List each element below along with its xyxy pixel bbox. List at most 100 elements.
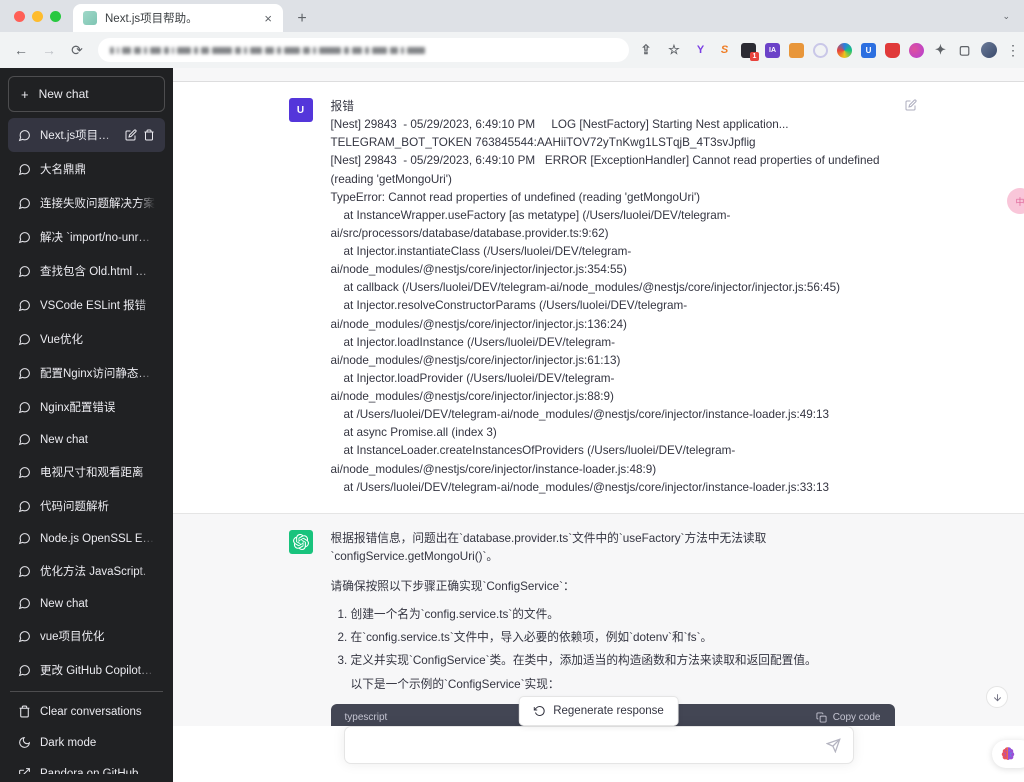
sidebar-dark-mode[interactable]: Dark mode	[8, 727, 165, 758]
list-item: 创建一个名为`config.service.ts`的文件。	[351, 606, 895, 624]
send-icon[interactable]	[825, 737, 841, 753]
avatar: U	[288, 98, 313, 122]
puzzle-icon[interactable]: ✦	[933, 42, 948, 58]
sidebar-item-14[interactable]: New chat	[8, 588, 165, 619]
sidebar-item-11[interactable]: 代码问题解析	[8, 489, 165, 523]
sidebar-item-label: 配置Nginx访问静态资源	[40, 368, 155, 380]
brain-widget-button[interactable]	[992, 740, 1024, 768]
user-message-log: [Nest] 29843 - 05/29/2023, 6:49:10 PM LO…	[330, 118, 880, 494]
refresh-icon	[533, 706, 545, 716]
edit-icon[interactable]	[905, 98, 917, 116]
message-input[interactable]	[356, 738, 826, 752]
openai-logo-icon	[292, 533, 309, 550]
new-tab-button[interactable]: +	[289, 6, 315, 32]
sidebar-pandora-github[interactable]: Pandora on GitHub	[8, 758, 165, 774]
regenerate-response-button[interactable]: Regenerate response	[518, 696, 679, 726]
sidebar-item-label: New chat	[40, 433, 88, 446]
scroll-to-bottom-button[interactable]	[986, 686, 1008, 708]
window-traffic-lights	[10, 0, 73, 32]
share-icon[interactable]: ⇪	[637, 42, 655, 58]
sidebar-item-4[interactable]: 查找包含 Old.html 的 HTML	[8, 254, 165, 288]
reload-button[interactable]: ⟳	[64, 37, 90, 63]
sidebar-item-8[interactable]: Nginx配置错误	[8, 390, 165, 424]
assistant-paragraph-1: 根据报错信息，问题出在`database.provider.ts`文件中的`us…	[330, 531, 767, 563]
sidebar-item-6[interactable]: Vue优化	[8, 322, 165, 356]
browser-tab-active[interactable]: Next.js项目帮助。 ×	[73, 4, 283, 32]
u-extension-icon[interactable]: U	[861, 42, 876, 58]
profile-avatar[interactable]	[981, 42, 997, 58]
sidebar-item-nextjs-help[interactable]: Next.js项目帮助。	[8, 118, 165, 152]
new-chat-button[interactable]: + New chat	[8, 76, 165, 112]
regenerate-response-label: Regenerate response	[553, 705, 664, 717]
composer-area: Regenerate response	[173, 696, 1024, 782]
maximize-window-button[interactable]	[50, 10, 61, 22]
sidebar-item-label: Pandora on GitHub	[40, 767, 139, 775]
sidebar-toggle-icon[interactable]: ▢	[957, 43, 972, 58]
address-bar-url-blurred	[110, 46, 425, 54]
edit-icon[interactable]	[125, 129, 137, 141]
colorful-extension-icon[interactable]	[837, 42, 852, 58]
avatar	[288, 529, 313, 554]
shield-extension-icon[interactable]	[885, 42, 900, 58]
conversation-actions	[125, 129, 155, 141]
assistant-message: 根据报错信息，问题出在`database.provider.ts`文件中的`us…	[173, 513, 1024, 726]
sidebar-item-label: Nginx配置错误	[40, 402, 116, 414]
sidebar-item-label: 优化方法 JavaScript.	[40, 566, 147, 578]
message-thread[interactable]: U 报错 [Nest] 29843 - 05/29/2023, 6:49:10 …	[173, 68, 1024, 726]
tiger-extension-icon[interactable]	[789, 42, 804, 58]
chat-bubble-icon	[18, 299, 30, 311]
chat-bubble-icon	[18, 129, 30, 141]
chevron-down-icon[interactable]: ⌄	[1002, 11, 1010, 22]
chat-bubble-icon	[18, 163, 30, 175]
address-bar[interactable]	[98, 38, 629, 62]
close-icon[interactable]: ×	[261, 12, 275, 25]
chat-bubble-icon	[18, 664, 30, 676]
sidebar-item-15[interactable]: vue项目优化	[8, 619, 165, 653]
minimize-window-button[interactable]	[32, 10, 43, 22]
ia-extension-icon[interactable]: IA	[765, 42, 780, 58]
chat-bubble-icon	[18, 565, 30, 577]
circle-extension-icon[interactable]	[813, 42, 828, 58]
chat-bubble-icon	[18, 197, 30, 209]
tab-favicon-icon	[83, 11, 97, 25]
sidebar-item-2[interactable]: 连接失败问题解决方案	[8, 186, 165, 220]
chat-bubble-icon	[18, 367, 30, 379]
sidebar-clear-conversations[interactable]: Clear conversations	[8, 696, 165, 727]
assistant-example-intro: 以下是一个示例的`ConfigService`实现：	[350, 677, 560, 691]
external-link-icon	[19, 768, 30, 774]
dark-extension-icon[interactable]: 1	[741, 42, 759, 61]
chatgpt-app: + New chat Next.js项目帮助。 大名鼎鼎	[0, 68, 1024, 782]
assistant-steps-list: 创建一个名为`config.service.ts`的文件。 在`config.s…	[331, 606, 895, 670]
copy-code-button[interactable]: Copy code	[816, 710, 881, 726]
back-button[interactable]: ←	[8, 37, 34, 63]
sidebar: + New chat Next.js项目帮助。 大名鼎鼎	[0, 68, 173, 782]
moon-icon	[19, 736, 31, 748]
previous-message-partial	[173, 68, 1024, 82]
y-extension-icon[interactable]: Y	[693, 43, 708, 58]
assistant-paragraph-2: 请确保按照以下步骤正确实现`ConfigService`：	[330, 580, 575, 593]
assistant-message-inner: 根据报错信息，问题出在`database.provider.ts`文件中的`us…	[279, 514, 919, 726]
s-extension-icon[interactable]: S	[717, 43, 732, 58]
sidebar-item-10[interactable]: 电视尺寸和观看距离	[8, 455, 165, 489]
browser-menu-icon[interactable]: ⋮	[1006, 43, 1020, 57]
message-composer[interactable]	[343, 726, 854, 764]
list-item: 定义并实现`ConfigService`类。在类中，添加适当的构造函数和方法来读…	[351, 652, 895, 670]
sidebar-item-16[interactable]: 更改 GitHub Copilot 账号	[8, 653, 165, 687]
sidebar-item-9[interactable]: New chat	[8, 424, 165, 455]
sidebar-item-12[interactable]: Node.js OpenSSL Error	[8, 523, 165, 554]
sidebar-item-1[interactable]: 大名鼎鼎	[8, 152, 165, 186]
trash-icon[interactable]	[143, 129, 155, 141]
chat-bubble-icon	[18, 265, 30, 277]
bookmark-star-icon[interactable]: ☆	[665, 42, 683, 58]
brain-extension-icon[interactable]	[909, 42, 924, 58]
sidebar-item-3[interactable]: 解决 `import/no-unresolved`	[8, 220, 165, 254]
close-window-button[interactable]	[14, 10, 25, 22]
sidebar-item-label: 连接失败问题解决方案	[40, 198, 155, 210]
sidebar-item-5[interactable]: VSCode ESLint 报错	[8, 288, 165, 322]
browser-window: Next.js项目帮助。 × + ⌄ ← → ⟳ ⇪ ☆ Y S 1 IA U …	[0, 0, 1024, 782]
forward-button[interactable]: →	[36, 37, 62, 63]
sidebar-item-13[interactable]: 优化方法 JavaScript.	[8, 554, 165, 588]
sidebar-item-7[interactable]: 配置Nginx访问静态资源	[8, 356, 165, 390]
sidebar-item-label: Next.js项目帮助。	[40, 130, 116, 142]
sidebar-item-label: 代码问题解析	[40, 501, 109, 513]
